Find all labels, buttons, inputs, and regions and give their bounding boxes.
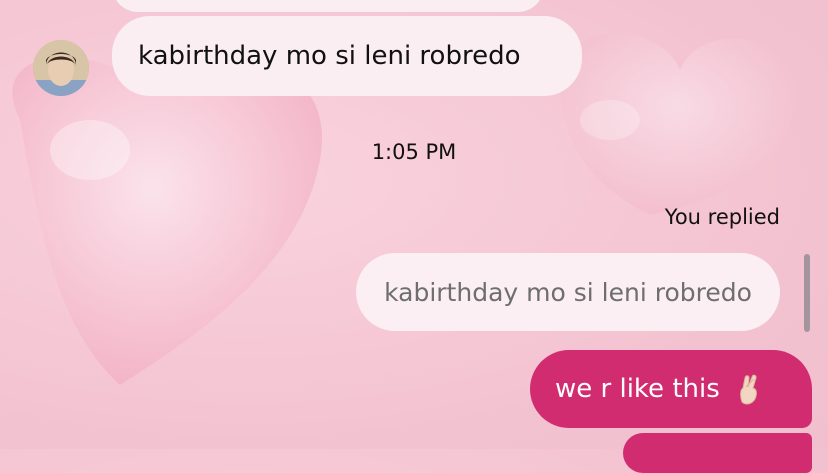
- next-outgoing-bubble[interactable]: [623, 433, 812, 473]
- previous-incoming-bubble[interactable]: [112, 0, 544, 12]
- incoming-message-bubble[interactable]: kabirthday mo si leni robredo: [112, 16, 582, 96]
- scrollbar-thumb[interactable]: [804, 254, 810, 332]
- message-timestamp: 1:05 PM: [371, 140, 457, 164]
- outgoing-message-text: we r like this: [555, 374, 720, 404]
- outgoing-message-bubble[interactable]: we r like this: [530, 350, 812, 428]
- reply-quote-text: kabirthday mo si leni robredo: [384, 277, 752, 307]
- sender-avatar[interactable]: [33, 40, 89, 96]
- avatar-photo: [33, 40, 89, 96]
- you-replied-label: You replied: [664, 205, 780, 229]
- crossed-fingers-icon: [732, 372, 766, 406]
- reply-quote-bubble[interactable]: kabirthday mo si leni robredo: [356, 253, 780, 331]
- incoming-message-text: kabirthday mo si leni robredo: [138, 41, 521, 71]
